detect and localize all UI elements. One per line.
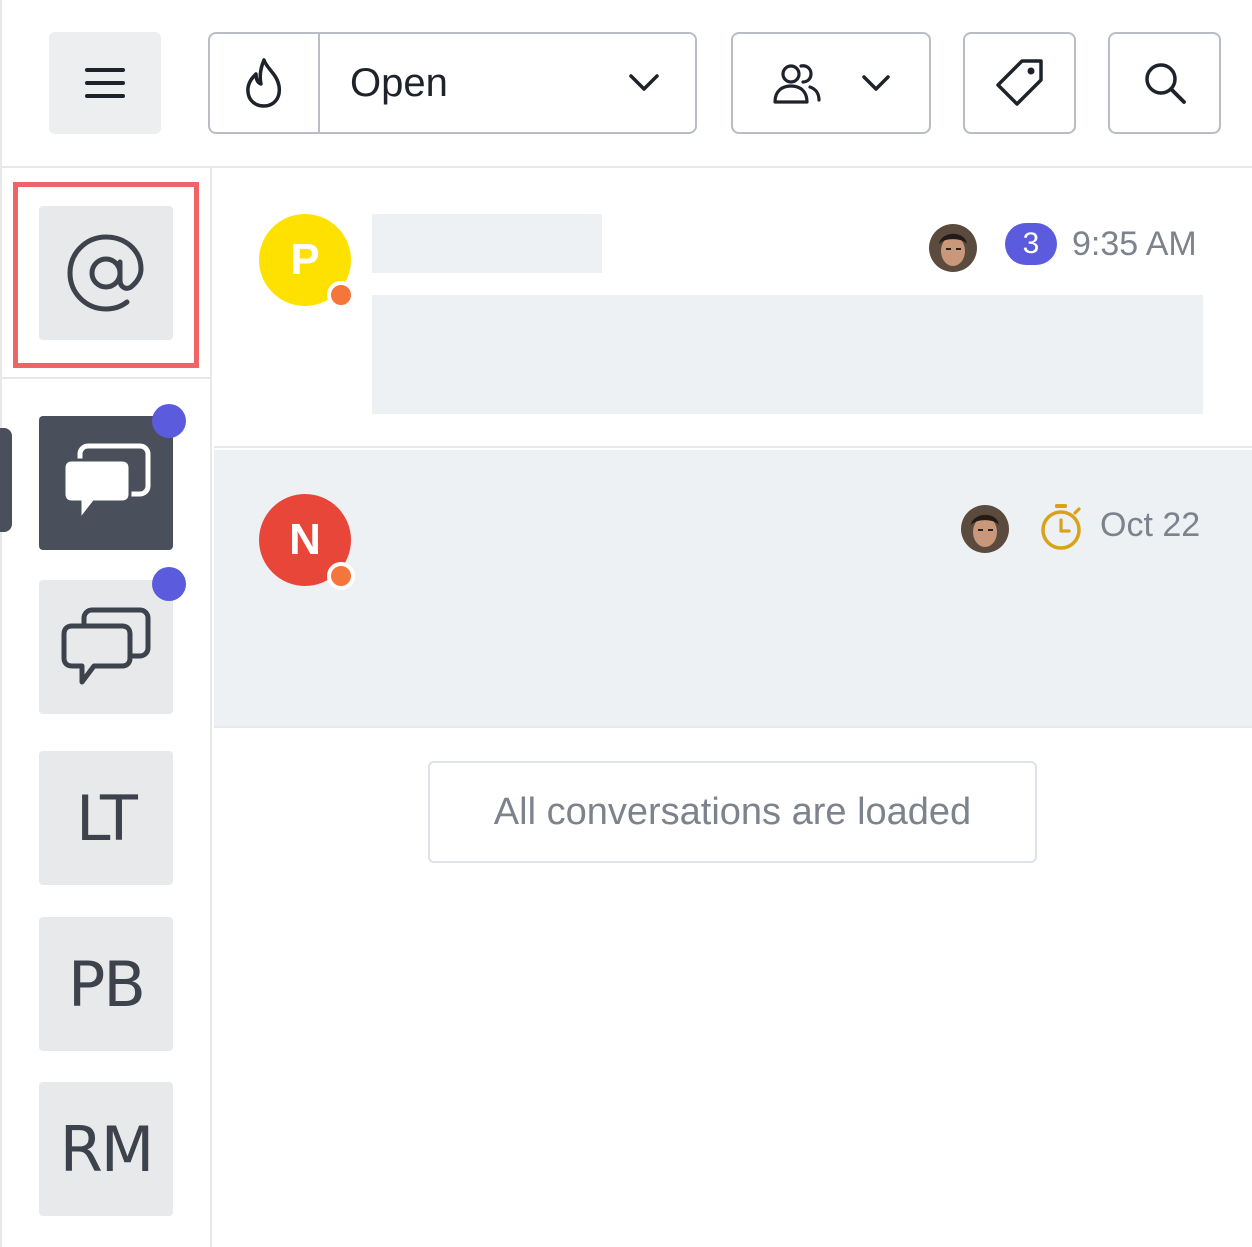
users-icon	[773, 64, 821, 104]
chat-outline-icon	[61, 607, 151, 685]
hamburger-icon	[85, 68, 125, 98]
tags-button[interactable]	[963, 32, 1076, 134]
unread-dot	[152, 404, 186, 438]
conversation-item-selected[interactable]	[214, 450, 1252, 728]
assignee-filter-button[interactable]	[731, 32, 931, 134]
message-preview-placeholder	[372, 295, 1203, 414]
sidebar-item-rm[interactable]: RM	[39, 1082, 173, 1216]
sidebar-item-conversations[interactable]	[39, 416, 173, 550]
chevron-down-icon	[629, 74, 659, 91]
sidebar-item-label: LT	[76, 781, 138, 855]
unread-count: 3	[1022, 227, 1040, 260]
status-indicator	[327, 562, 355, 590]
highlight-box	[13, 182, 199, 368]
contact-initial: N	[289, 515, 321, 564]
search-button[interactable]	[1108, 32, 1221, 134]
active-indicator	[0, 428, 12, 532]
agent-avatar	[929, 224, 977, 272]
sidebar-item-pb[interactable]: PB	[39, 917, 173, 1051]
status-indicator	[327, 281, 355, 309]
conversation-time: Oct 22	[1100, 506, 1201, 544]
menu-button[interactable]	[49, 32, 161, 134]
stopwatch-icon	[1038, 502, 1084, 552]
search-icon	[1144, 63, 1186, 104]
all-loaded-text: All conversations are loaded	[493, 790, 972, 833]
conversation-time: 9:35 AM	[1072, 225, 1197, 263]
chat-filled-icon	[62, 443, 151, 524]
unread-count-badge: 3	[1005, 223, 1057, 265]
sidebar-item-label: PB	[68, 947, 146, 1021]
fire-icon	[246, 58, 282, 108]
priority-toggle[interactable]	[210, 34, 320, 132]
tag-icon	[995, 59, 1043, 106]
chevron-down-icon	[862, 75, 890, 91]
agent-avatar	[961, 505, 1009, 553]
sidebar-item-lt[interactable]: LT	[39, 751, 173, 885]
status-filter: Open	[208, 32, 697, 134]
contact-initial: P	[290, 235, 320, 284]
status-dropdown[interactable]: Open	[320, 34, 695, 132]
sidebar-item-label: RM	[59, 1112, 155, 1186]
status-dropdown-value: Open	[350, 60, 448, 105]
unread-dot	[152, 567, 186, 601]
all-loaded-notice: All conversations are loaded	[428, 761, 1037, 863]
contact-name-placeholder	[372, 214, 602, 273]
sidebar-divider	[2, 377, 210, 379]
sidebar-item-all-conversations[interactable]	[39, 580, 173, 714]
